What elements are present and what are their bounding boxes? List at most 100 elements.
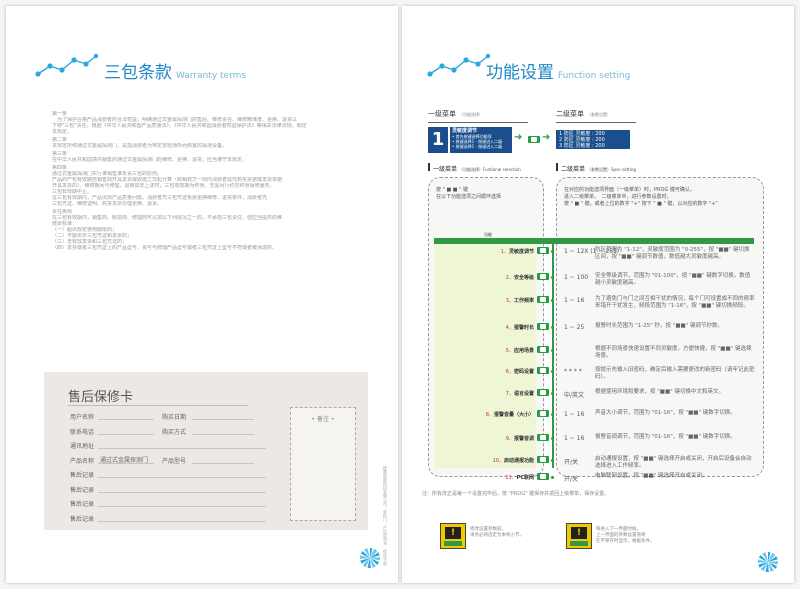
prog-key-icon — [537, 434, 549, 441]
device-icon: ! — [566, 523, 592, 549]
prog-key-icon — [537, 346, 549, 353]
prog-key-icon — [537, 296, 549, 303]
memo-box: • 备注 • — [290, 407, 356, 521]
text-line: 三包凭证、维修证明、购货发票办理更换、退货。 — [52, 201, 163, 207]
function-row-label: 7、语言设置 — [442, 390, 534, 397]
right-page: 功能设置 Function setting 一级菜单 （功能选择） 二级菜单 （参数设… — [402, 6, 794, 583]
function-row-label: 9、报警音调 — [442, 435, 534, 442]
menu1-number: 1 — [428, 127, 448, 153]
row-name: 应用场景 — [513, 348, 534, 354]
section1-heading: 一级菜单 （功能选择）Funtional selection — [433, 166, 521, 173]
card-field-line[interactable] — [98, 520, 266, 522]
column-head: 功能 — [484, 232, 492, 237]
row-connector — [551, 413, 554, 416]
row-range: 1 ~ 16 — [564, 411, 585, 418]
row-description: 根据使用环境和要求，按 "■■" 键切换中文和英文。 — [595, 389, 724, 395]
page-title: 功能设置 Function setting — [486, 63, 631, 83]
warning-icon: ! — [571, 527, 587, 539]
prog-key-icon — [537, 389, 549, 396]
row-description: 按提示先输入旧密码，确定后输入需要更改的新密码（请牢记此密码）。 — [595, 367, 755, 380]
row-number: 4、 — [505, 325, 514, 331]
section2-heading: 二级菜单 （参数设置）Spec setting — [561, 166, 636, 173]
row-number: 3、 — [505, 298, 514, 304]
menu2-note-line: 按 " ■ " 键，或者上位的数字 "+" 按下 " ■ " 键，以对应的数字 … — [564, 201, 718, 207]
function-row-label: 3、工作频率 — [442, 297, 534, 304]
prog-key-icon — [537, 247, 549, 254]
row-connector — [551, 276, 554, 279]
menu1-display: 灵敏度调节 • 首先按键选择功能项 • 按键选择1 - 按键进入二级 • 按键选… — [450, 127, 512, 153]
page-title: 三包条款 Warranty terms — [104, 63, 247, 83]
function-row-label: 11、PC联网 — [442, 474, 534, 481]
device-icon: ! — [440, 523, 466, 549]
row-connector — [551, 370, 554, 373]
card-field-value: 通过式金属探测门 — [100, 456, 149, 464]
row-name: 工作频率 — [513, 298, 534, 304]
text-line: （四）发票或者三包凭证上的产品型号、货号与修理产品型号或者三包凭证上型号不符或者… — [52, 245, 278, 251]
card-field-line[interactable] — [98, 419, 154, 420]
card-title: 售后保修卡 — [68, 390, 134, 405]
function-row-label: 1、灵敏度调节 — [442, 248, 534, 255]
row-number: 1、 — [500, 249, 509, 255]
card-field-line[interactable] — [192, 433, 254, 435]
card-field-line[interactable] — [98, 433, 154, 435]
card-field-line[interactable] — [192, 419, 254, 420]
row-name: 密码设置 — [513, 369, 534, 375]
spine-text: 德嘉智能科技有限公司 · 安检门 · 产品说明书 · 保修手册 — [383, 466, 388, 566]
row-range: 1 ~ 16 — [564, 297, 585, 304]
card-field-label: 购买方式 — [162, 428, 187, 436]
row-range: 中/英文 — [564, 392, 585, 399]
menu2-sublabel: （参数设置） — [587, 112, 611, 117]
card-field-line[interactable] — [98, 491, 266, 493]
row-range: 1 ~ 25 — [564, 324, 585, 331]
card-field-line[interactable] — [98, 477, 266, 478]
row-range: 开/关 — [564, 476, 579, 483]
row-description: 报警时长范围为 "1-25" 秒，按 "■■" 键调节秒数。 — [595, 323, 723, 329]
fan-logo-icon — [360, 548, 380, 568]
card-field-label: 售后记录 — [70, 486, 95, 494]
row-name: 报警时长 — [513, 325, 534, 331]
prog-key-icon — [537, 367, 549, 374]
card-field-label: 售后记录 — [70, 515, 95, 523]
warranty-card: 售后保修卡 用户名称 购买日期 联系电话 购买方式 通讯地址 产品名称 通过式金属探测门 产品… — [44, 372, 368, 530]
card-field-label: 联系电话 — [70, 428, 95, 436]
section2-sub: （参数设置）Spec setting — [587, 167, 636, 172]
menu2-note-line: 在对应的功能选项界面（一级菜单）时，PROG 键可确认， — [564, 187, 695, 193]
row-number: 8、 — [485, 412, 494, 418]
card-field-line[interactable] — [98, 506, 266, 507]
page-title-en: Warranty terms — [176, 71, 247, 81]
row-range: * * * * — [564, 368, 582, 375]
section-marker — [556, 163, 558, 171]
prog-key-icon — [537, 456, 549, 463]
arrow-right-icon: ➜ — [514, 132, 523, 143]
text-line: 本规定。 — [52, 129, 73, 135]
card-field-label: 产品型号 — [162, 457, 187, 465]
row-number: 2、 — [505, 275, 514, 281]
prog-key-icon — [537, 410, 549, 417]
row-description: 报警音调调节，范围为 "01-16"，按 "■■" 键数字切换。 — [595, 434, 736, 440]
menu1-rule — [428, 122, 528, 123]
row-connector — [551, 250, 554, 253]
row-name: 报警音量（大小） — [493, 412, 534, 418]
menu1-display-line: • 按键选择1 - 按键进入二级 — [452, 144, 503, 149]
row-description: 电脑联网设置，按 "■■" 键选择开启或关闭。 — [595, 473, 708, 479]
row-number: 6、 — [505, 369, 514, 375]
row-range: 1 ~ 100 — [564, 274, 589, 281]
wave-logo-icon — [427, 54, 491, 77]
card-field-line[interactable] — [192, 462, 254, 464]
card-field-label: 产品名称 — [70, 457, 95, 465]
row-connector — [551, 392, 554, 395]
row-connector — [551, 476, 554, 479]
footnote: 注：所有改正是每一个设置完毕后，按 "PROG" 键保存并返回上级菜单，保存设置… — [422, 491, 610, 497]
card-field-label: 售后记录 — [70, 501, 95, 508]
row-connector — [551, 326, 554, 329]
card-field-line[interactable] — [98, 448, 266, 449]
arrow-right-icon: ➜ — [542, 132, 551, 143]
section-marker — [428, 163, 430, 171]
fan-logo-icon — [758, 552, 778, 572]
menu1-note: 按 " ■ ■ " 键 在以下功能选项之间循环选择 — [436, 187, 536, 201]
row-number: 11、 — [505, 475, 517, 481]
row-name: PC联网 — [516, 475, 534, 481]
card-field-label: 售后记录 — [70, 472, 95, 479]
function-row-label: 6、密码设置 — [442, 368, 534, 375]
row-connector — [551, 349, 554, 352]
